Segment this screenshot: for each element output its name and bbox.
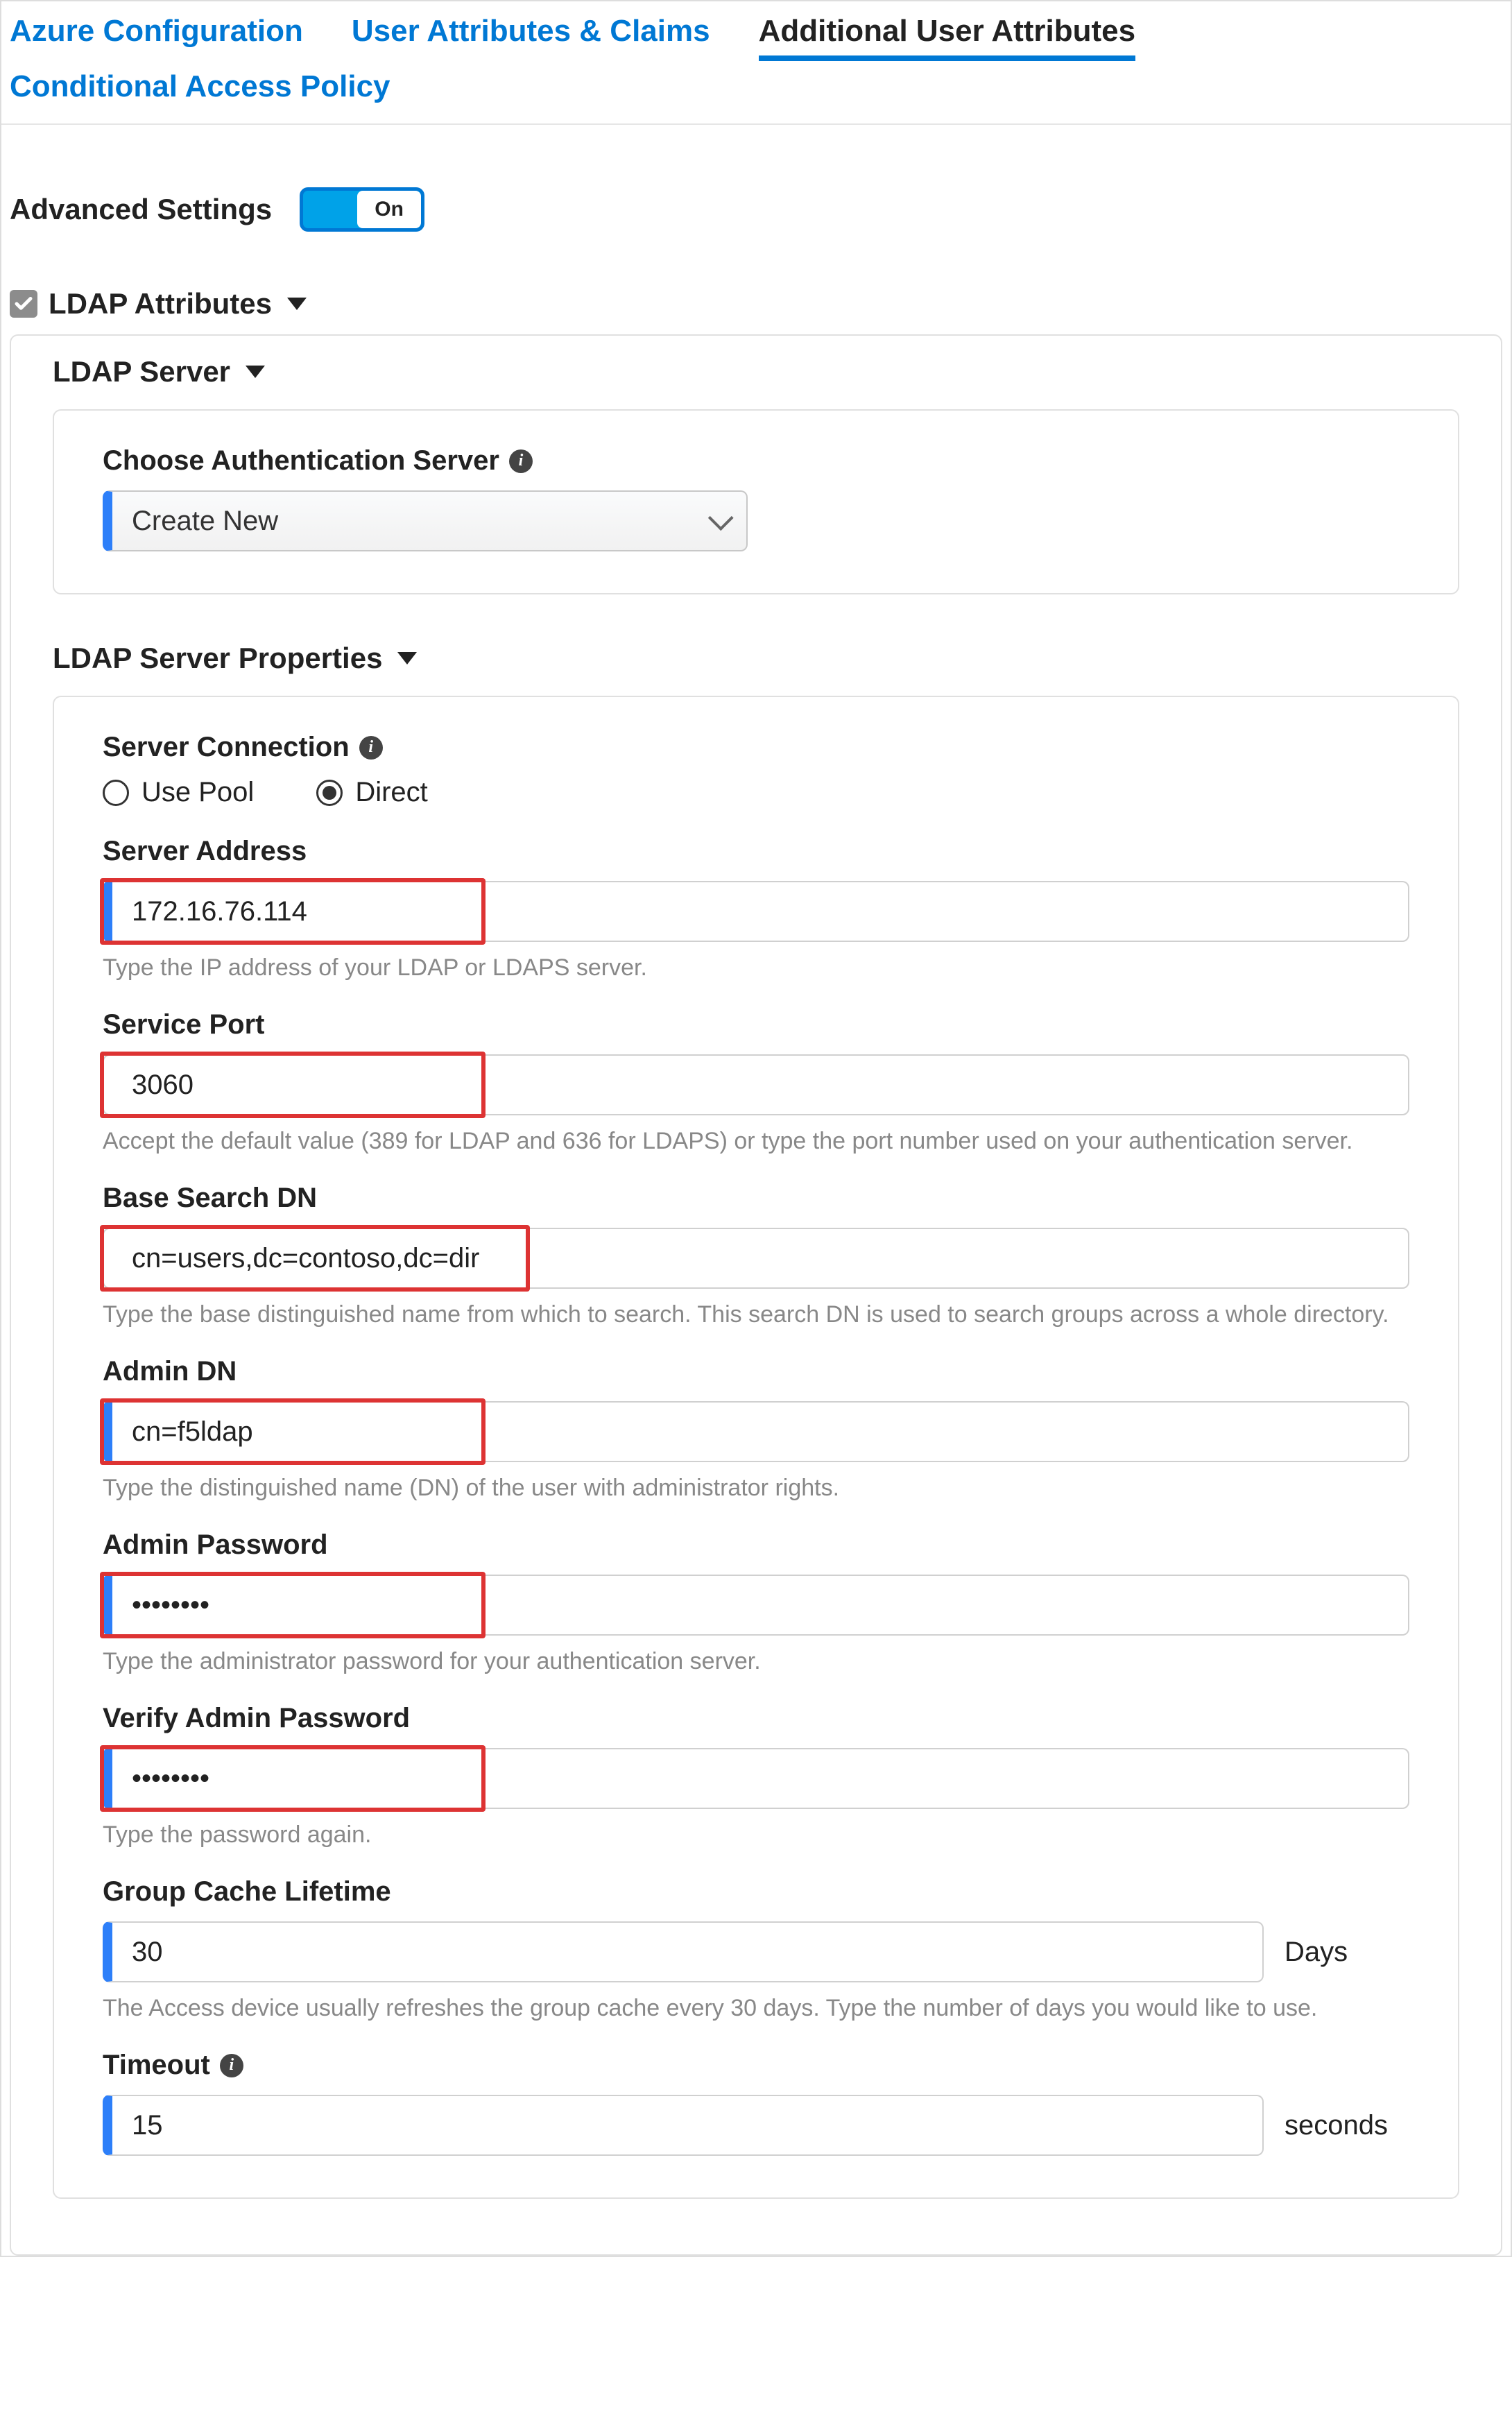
caret-down-icon bbox=[246, 366, 265, 378]
service-port-help: Accept the default value (389 for LDAP a… bbox=[103, 1128, 1409, 1155]
verify-admin-password-label: Verify Admin Password bbox=[103, 1703, 1409, 1734]
service-port-input[interactable] bbox=[103, 1054, 1409, 1115]
caret-down-icon bbox=[287, 298, 307, 310]
tabs-bar: Azure Configuration User Attributes & Cl… bbox=[1, 1, 1511, 125]
server-connection-label: Server Connection i bbox=[103, 732, 1409, 763]
verify-admin-password-input[interactable] bbox=[103, 1748, 1409, 1809]
timeout-unit: seconds bbox=[1285, 2110, 1409, 2141]
tab-user-attributes-claims[interactable]: User Attributes & Claims bbox=[352, 14, 710, 61]
server-address-help: Type the IP address of your LDAP or LDAP… bbox=[103, 954, 1409, 981]
ldap-server-properties-header[interactable]: LDAP Server Properties bbox=[11, 622, 1501, 689]
ldap-server-title: LDAP Server bbox=[53, 355, 230, 388]
ldap-server-header[interactable]: LDAP Server bbox=[11, 336, 1501, 402]
ldap-server-properties-title: LDAP Server Properties bbox=[53, 642, 382, 675]
group-cache-lifetime-input[interactable] bbox=[103, 1921, 1264, 1982]
admin-password-help: Type the administrator password for your… bbox=[103, 1648, 1409, 1675]
server-connection-direct-radio[interactable]: Direct bbox=[316, 777, 427, 808]
info-icon[interactable]: i bbox=[509, 449, 533, 473]
server-address-label: Server Address bbox=[103, 836, 1409, 867]
group-cache-lifetime-unit: Days bbox=[1285, 1937, 1409, 1968]
service-port-label: Service Port bbox=[103, 1009, 1409, 1040]
ldap-server-properties-card: Server Connection i Use Pool Direct Serv… bbox=[53, 696, 1459, 2199]
radio-icon bbox=[103, 780, 129, 806]
admin-dn-help: Type the distinguished name (DN) of the … bbox=[103, 1475, 1409, 1502]
ldap-attributes-checkbox[interactable] bbox=[10, 290, 37, 318]
tab-conditional-access-policy[interactable]: Conditional Access Policy bbox=[10, 69, 390, 111]
auth-server-selected: Create New bbox=[132, 506, 278, 537]
base-search-dn-label: Base Search DN bbox=[103, 1183, 1409, 1214]
toggle-knob: On bbox=[357, 191, 421, 228]
info-icon[interactable]: i bbox=[220, 2054, 243, 2077]
tab-azure-configuration[interactable]: Azure Configuration bbox=[10, 14, 303, 61]
admin-password-label: Admin Password bbox=[103, 1529, 1409, 1561]
chevron-down-icon bbox=[708, 505, 734, 531]
ldap-attributes-panel: LDAP Server Choose Authentication Server… bbox=[10, 334, 1502, 2256]
server-connection-pool-radio[interactable]: Use Pool bbox=[103, 777, 254, 808]
ldap-server-card: Choose Authentication Server i Create Ne… bbox=[53, 409, 1459, 594]
ldap-attributes-title: LDAP Attributes bbox=[49, 287, 272, 320]
auth-server-select[interactable]: Create New bbox=[103, 490, 748, 551]
tab-additional-user-attributes[interactable]: Additional User Attributes bbox=[759, 14, 1136, 61]
advanced-settings-toggle[interactable]: On bbox=[300, 187, 424, 232]
admin-password-input[interactable] bbox=[103, 1575, 1409, 1636]
caret-down-icon bbox=[397, 652, 417, 665]
group-cache-lifetime-label: Group Cache Lifetime bbox=[103, 1876, 1409, 1908]
group-cache-lifetime-help: The Access device usually refreshes the … bbox=[103, 1995, 1409, 2022]
timeout-label: Timeout i bbox=[103, 2050, 1409, 2081]
base-search-dn-help: Type the base distinguished name from wh… bbox=[103, 1301, 1409, 1328]
advanced-settings-label: Advanced Settings bbox=[10, 193, 272, 226]
radio-icon bbox=[316, 780, 343, 806]
info-icon[interactable]: i bbox=[359, 736, 383, 760]
admin-dn-input[interactable] bbox=[103, 1401, 1409, 1462]
timeout-input[interactable] bbox=[103, 2095, 1264, 2156]
verify-admin-password-help: Type the password again. bbox=[103, 1821, 1409, 1849]
auth-server-label: Choose Authentication Server i bbox=[103, 445, 1409, 477]
ldap-attributes-header[interactable]: LDAP Attributes bbox=[1, 252, 1511, 334]
base-search-dn-input[interactable] bbox=[103, 1228, 1409, 1289]
server-address-input[interactable] bbox=[103, 881, 1409, 942]
admin-dn-label: Admin DN bbox=[103, 1356, 1409, 1387]
